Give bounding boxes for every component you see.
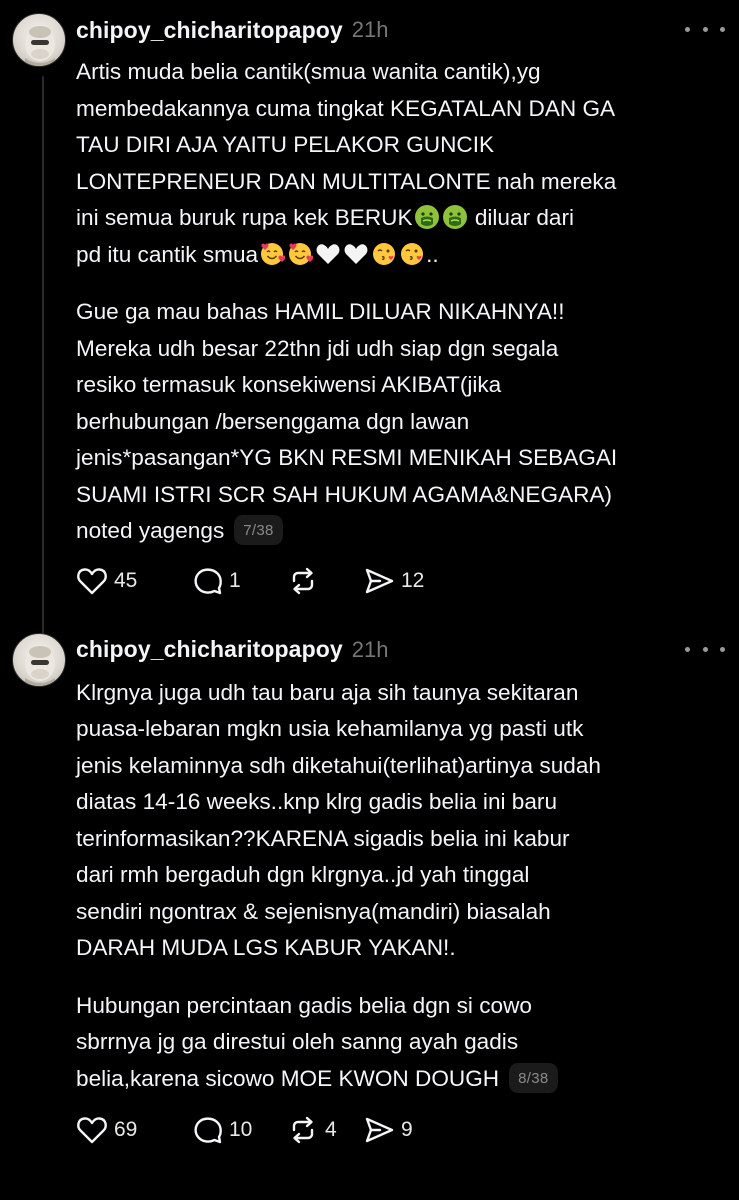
share-count: 9 [401, 1118, 413, 1141]
white-heart-emoji [344, 243, 368, 264]
smiling-face-with-hearts-emoji [289, 242, 314, 265]
share-button[interactable]: 9 [363, 1115, 413, 1145]
post-actions-bar: 69 10 4 9 [76, 1110, 715, 1150]
post-text-line: Mereka udh besar 22thn jdi udh siap dgn … [76, 335, 559, 361]
heart-icon [77, 1117, 107, 1144]
post-text-line: jenis kelaminnya sdh diketahui(terlihat)… [76, 752, 601, 778]
reply-button[interactable]: 10 [193, 1115, 287, 1145]
share-button[interactable]: 12 [363, 566, 424, 596]
dot-icon [702, 26, 708, 32]
post-body-paragraph: Artis muda belia cantik(smua wanita cant… [76, 54, 715, 273]
page-indicator-badge: 8/38 [509, 1062, 558, 1093]
dot-icon [720, 647, 725, 652]
post-text-line: jenis*pasangan*YG BKN RESMI MENIKAH SEBA… [76, 445, 618, 470]
post-text-line: terinformasikan??KARENA sigadis belia in… [76, 825, 570, 851]
username-link[interactable]: chipoy_chicharitopapoy [76, 17, 343, 44]
reply-count: 1 [229, 568, 241, 592]
post-text-segment: pd itu cantik smua [76, 241, 259, 267]
post-text-segment: .. [426, 241, 439, 267]
post-text-line: Hubungan percintaan gadis belia dgn si c… [76, 992, 532, 1018]
post-body-paragraph: Hubungan percintaan gadis belia dgn si c… [76, 988, 715, 1098]
thread-post: chipoy_chicharitopapoy 21h Artis muda be… [0, 0, 739, 646]
nauseated-face-emoji [442, 205, 467, 229]
post-timestamp: 21h [351, 17, 389, 42]
smiling-face-with-hearts-emoji [261, 242, 286, 265]
post-text-line: sbrrnya jg ga direstui oleh sanng ayah g… [76, 1029, 519, 1054]
more-options-button[interactable] [685, 638, 725, 662]
post-text-line: DARAH MUDA LGS KABUR YAKAN!. [76, 935, 456, 960]
post-text-line: TAU DIRI AJA YAITU PELAKOR GUNCIK [76, 132, 495, 157]
post-text-segment: noted yagengs [76, 518, 225, 543]
post-text-line: Gue ga mau bahas HAMIL DILUAR NIKAHNYA!! [76, 299, 565, 324]
post-text-line: sendiri ngontrax & sejenisnya(mandiri) b… [76, 898, 551, 924]
send-icon [365, 568, 394, 593]
post-timestamp: 21h [351, 636, 389, 662]
username-link[interactable]: chipoy_chicharitopapoy [76, 636, 343, 663]
post-body-paragraph: Gue ga mau bahas HAMIL DILUAR NIKAHNYA!!… [76, 294, 715, 550]
dot-icon [685, 26, 690, 32]
send-icon [365, 1117, 394, 1143]
post-header: chipoy_chicharitopapoy 21h [76, 633, 725, 667]
post-text-line: resiko termasuk konsekiwensi AKIBAT(jika [76, 372, 502, 397]
nauseated-face-emoji [414, 205, 439, 229]
post-text-line: Artis muda belia cantik(smua wanita cant… [76, 59, 541, 84]
post-text-line: ini semua buruk rupa kek BERUK diluar da… [76, 200, 715, 237]
page-indicator-badge: 7/38 [234, 515, 283, 545]
post-text-segment: ini semua buruk rupa kek BERUK [76, 205, 413, 230]
avatar[interactable] [12, 13, 66, 67]
avatar-image [25, 645, 55, 686]
repost-count: 4 [325, 1118, 337, 1141]
post-text-line: membedakannya cuma tingkat KEGATALAN DAN… [76, 95, 616, 121]
post-text-line: berhubungan /bersenggama dgn lawan [76, 408, 470, 434]
post-body-paragraph: Klrgnya juga udh tau baru aja sih taunya… [76, 675, 715, 967]
post-text-line: belia,karena sicowo MOE KWON DOUGH 8/38 [76, 1061, 715, 1098]
like-count: 69 [114, 1118, 138, 1141]
avatar[interactable] [12, 632, 66, 687]
repost-button[interactable] [287, 566, 363, 596]
dot-icon [685, 647, 690, 652]
face-blowing-kiss-emoji [401, 242, 424, 265]
like-count: 45 [114, 568, 138, 592]
post-text-line: LONTEPRENEUR DAN MULTITALONTE nah mereka [76, 168, 617, 194]
thread-connector-line [42, 76, 44, 646]
like-button[interactable]: 45 [76, 566, 193, 596]
repost-icon [292, 567, 314, 594]
post-text-line: dari rmh bergaduh dgn klrgnya..jd yah ti… [76, 862, 530, 887]
post-text-segment: belia,karena sicowo MOE KWON DOUGH [76, 1065, 500, 1091]
more-options-button[interactable] [685, 17, 725, 41]
reply-button[interactable]: 1 [193, 566, 287, 596]
avatar-image [25, 26, 55, 66]
post-actions-bar: 45 1 12 [76, 561, 715, 601]
white-heart-emoji [316, 243, 340, 264]
heart-icon [77, 567, 107, 594]
like-button[interactable]: 69 [76, 1115, 193, 1145]
thread-post: chipoy_chicharitopapoy 21h Klrgnya juga … [0, 618, 739, 1151]
repost-button[interactable]: 4 [287, 1115, 363, 1145]
post-text-line: pd itu cantik smua.. [76, 237, 715, 274]
comment-icon [194, 567, 222, 594]
post-text-segment: diluar dari [474, 205, 575, 230]
face-blowing-kiss-emoji [373, 242, 396, 265]
post-text-line: SUAMI ISTRI SCR SAH HUKUM AGAMA&NEGARA) [76, 481, 613, 507]
post-text-line: Klrgnya juga udh tau baru aja sih taunya… [76, 679, 579, 705]
reply-count: 10 [229, 1118, 253, 1141]
post-text-line: puasa-lebaran mgkn usia kehamilanya yg p… [76, 716, 584, 741]
post-text-line: diatas 14-16 weeks..knp klrg gadis belia… [76, 789, 558, 814]
post-text-line: noted yagengs 7/38 [76, 513, 715, 550]
share-count: 12 [401, 568, 425, 592]
dot-icon [702, 647, 708, 652]
threads-feed: chipoy_chicharitopapoy 21h Artis muda be… [0, 0, 739, 1200]
comment-icon [194, 1117, 222, 1144]
repost-icon [292, 1116, 314, 1144]
post-header: chipoy_chicharitopapoy 21h [76, 13, 725, 47]
dot-icon [720, 26, 725, 32]
